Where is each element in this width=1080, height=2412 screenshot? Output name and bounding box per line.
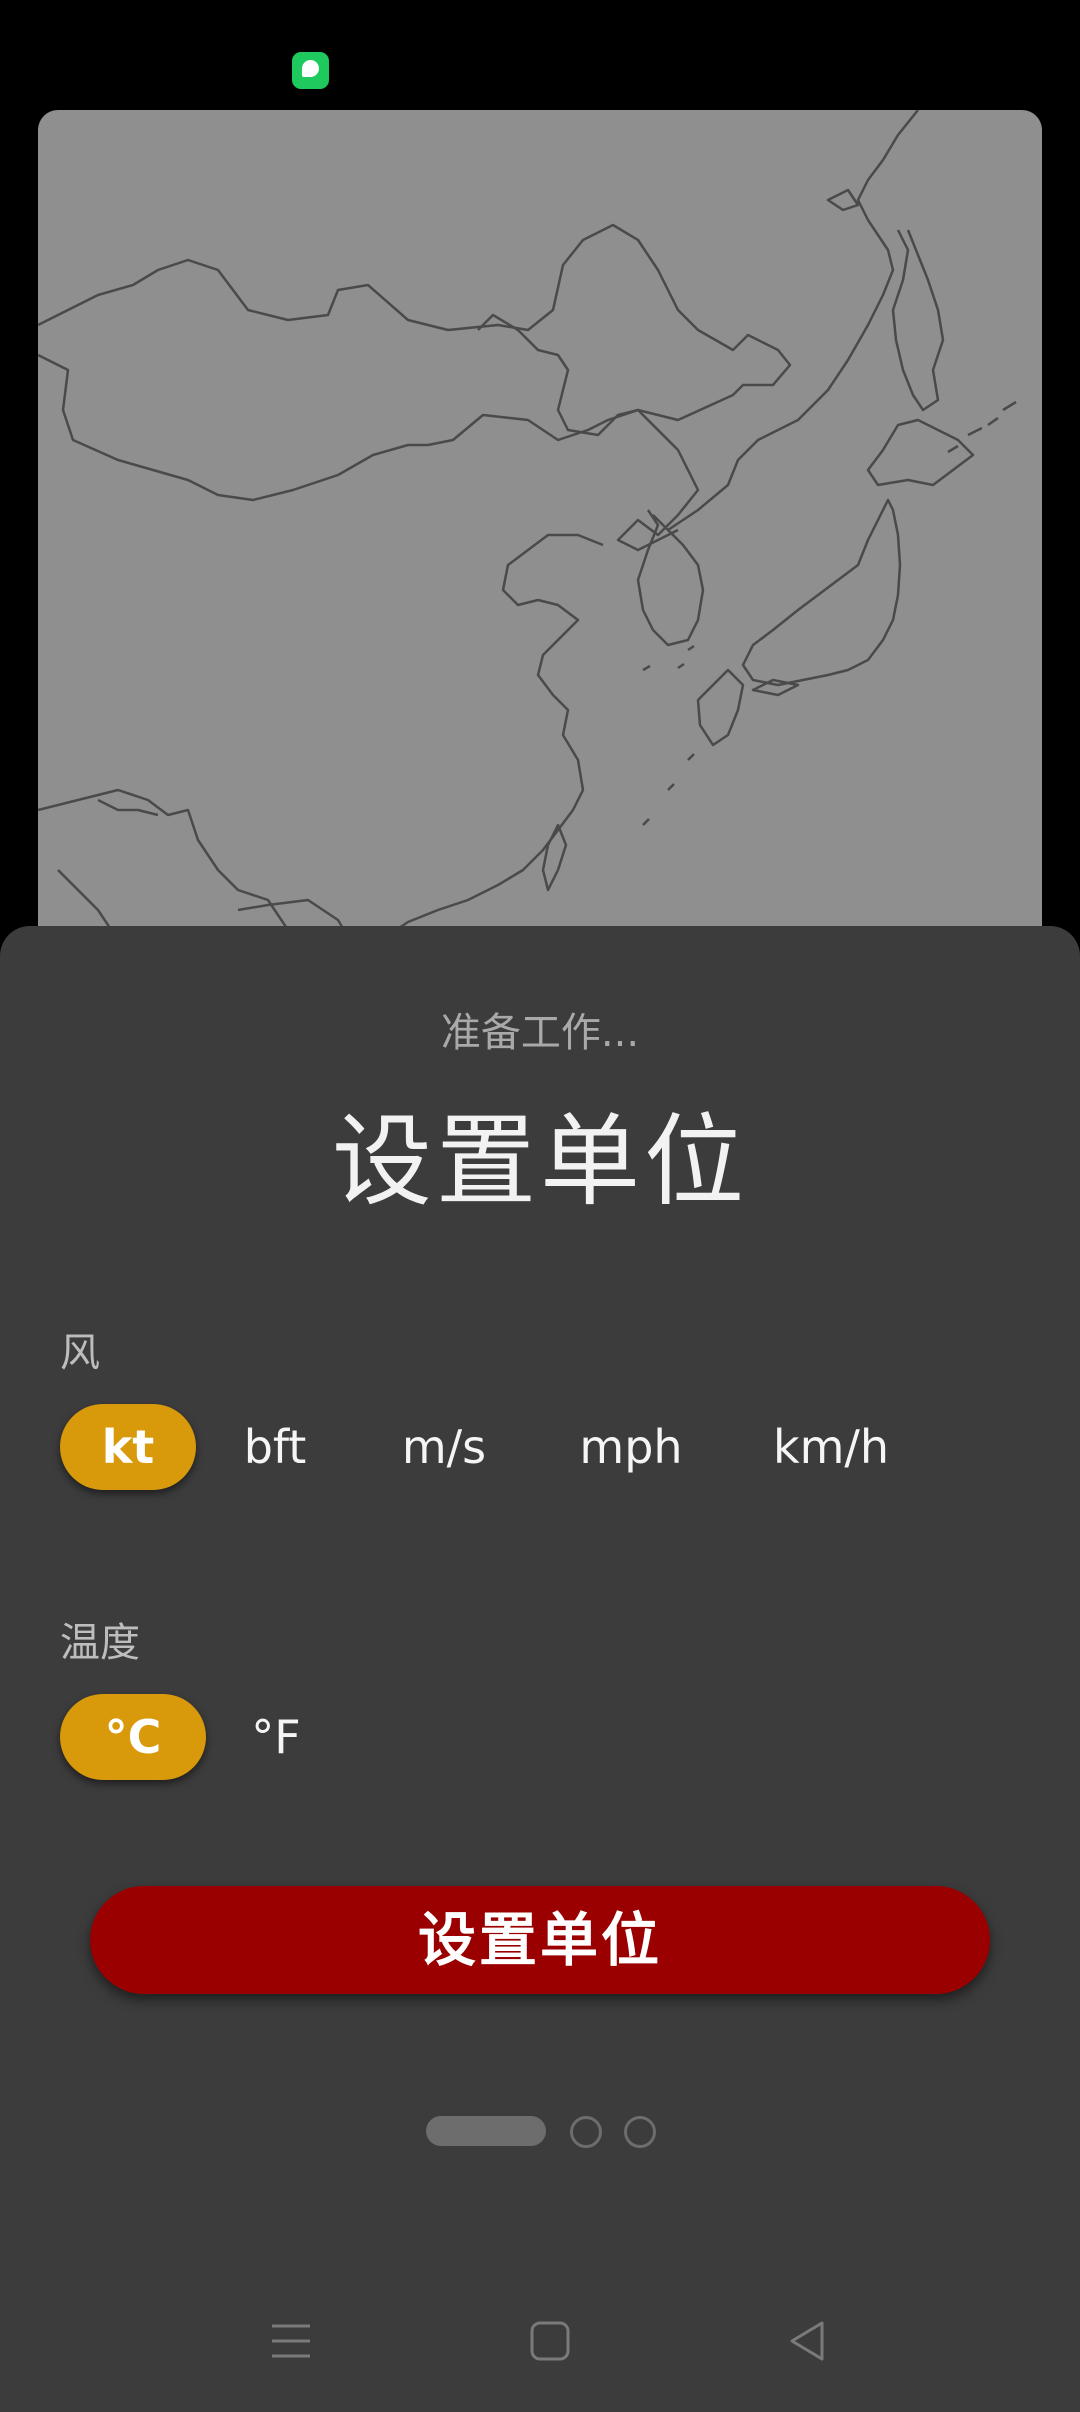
set-units-button[interactable]: 设置单位 bbox=[90, 1886, 990, 1994]
pager-indicator-dot bbox=[570, 2116, 602, 2148]
pager-indicator-dot bbox=[624, 2116, 656, 2148]
wind-option-kmh[interactable]: km/h bbox=[766, 1404, 896, 1490]
step-subtitle: 准备工作... bbox=[440, 1010, 640, 1056]
menu-icon[interactable] bbox=[270, 2320, 312, 2362]
wind-option-mph[interactable]: mph bbox=[570, 1404, 692, 1490]
status-bar bbox=[0, 0, 1080, 110]
wind-option-mps[interactable]: m/s bbox=[386, 1404, 502, 1490]
wind-option-bft[interactable]: bft bbox=[230, 1404, 320, 1490]
map-coastlines bbox=[38, 110, 1017, 970]
temperature-section-label: 温度 bbox=[60, 1620, 140, 1666]
temperature-option-celsius[interactable]: °C bbox=[60, 1694, 206, 1780]
page-title: 设置单位 bbox=[332, 1103, 748, 1220]
chat-notification-icon bbox=[292, 52, 329, 89]
home-icon[interactable] bbox=[529, 2320, 571, 2362]
wind-section-label: 风 bbox=[60, 1330, 100, 1376]
pager-indicator-active bbox=[426, 2116, 546, 2146]
back-icon[interactable] bbox=[786, 2320, 828, 2362]
map-view[interactable] bbox=[38, 110, 1042, 970]
wind-option-kt[interactable]: kt bbox=[60, 1404, 196, 1490]
temperature-option-fahrenheit[interactable]: °F bbox=[246, 1694, 306, 1780]
